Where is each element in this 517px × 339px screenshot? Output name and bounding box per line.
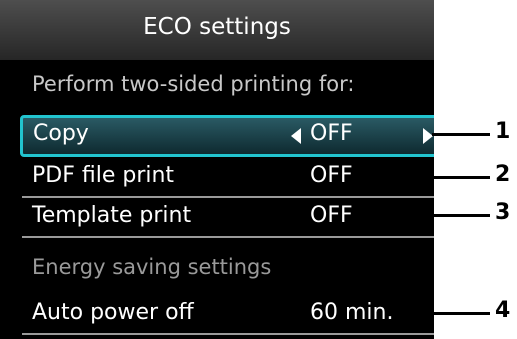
pdf-file-print-label: PDF file print (32, 163, 175, 188)
left-arrow-icon[interactable] (291, 128, 301, 144)
pdf-file-print-value: OFF (310, 163, 353, 188)
eco-settings-screen: ECO settings Perform two-sided printing … (0, 0, 434, 339)
callout-number-3: 3 (495, 200, 511, 225)
template-print-row[interactable]: Template print OFF (22, 198, 434, 238)
callout-number-4: 4 (495, 298, 511, 323)
copy-label: Copy (33, 121, 89, 146)
callout-number-2: 2 (495, 162, 511, 187)
pdf-file-print-row[interactable]: PDF file print OFF (22, 158, 434, 198)
right-arrow-icon[interactable] (423, 128, 433, 144)
template-print-value: OFF (310, 203, 353, 228)
auto-power-off-value: 60 min. (310, 300, 394, 325)
energy-section-label: Energy saving settings (32, 255, 272, 279)
row-divider (22, 333, 434, 335)
two-sided-section-label: Perform two-sided printing for: (32, 72, 355, 96)
row-divider (22, 236, 434, 238)
auto-power-off-row[interactable]: Auto power off 60 min. (22, 295, 434, 335)
page-title: ECO settings (143, 14, 291, 40)
auto-power-off-label: Auto power off (32, 300, 194, 325)
callout-line-2 (426, 176, 490, 179)
callout-line-4 (426, 312, 490, 315)
callout-number-1: 1 (495, 119, 511, 144)
copy-setting-row[interactable]: Copy OFF (20, 115, 434, 157)
title-bar: ECO settings (0, 0, 434, 60)
template-print-label: Template print (32, 203, 192, 228)
callout-line-1 (432, 133, 490, 136)
copy-value: OFF (310, 121, 353, 146)
callout-line-3 (426, 214, 490, 217)
